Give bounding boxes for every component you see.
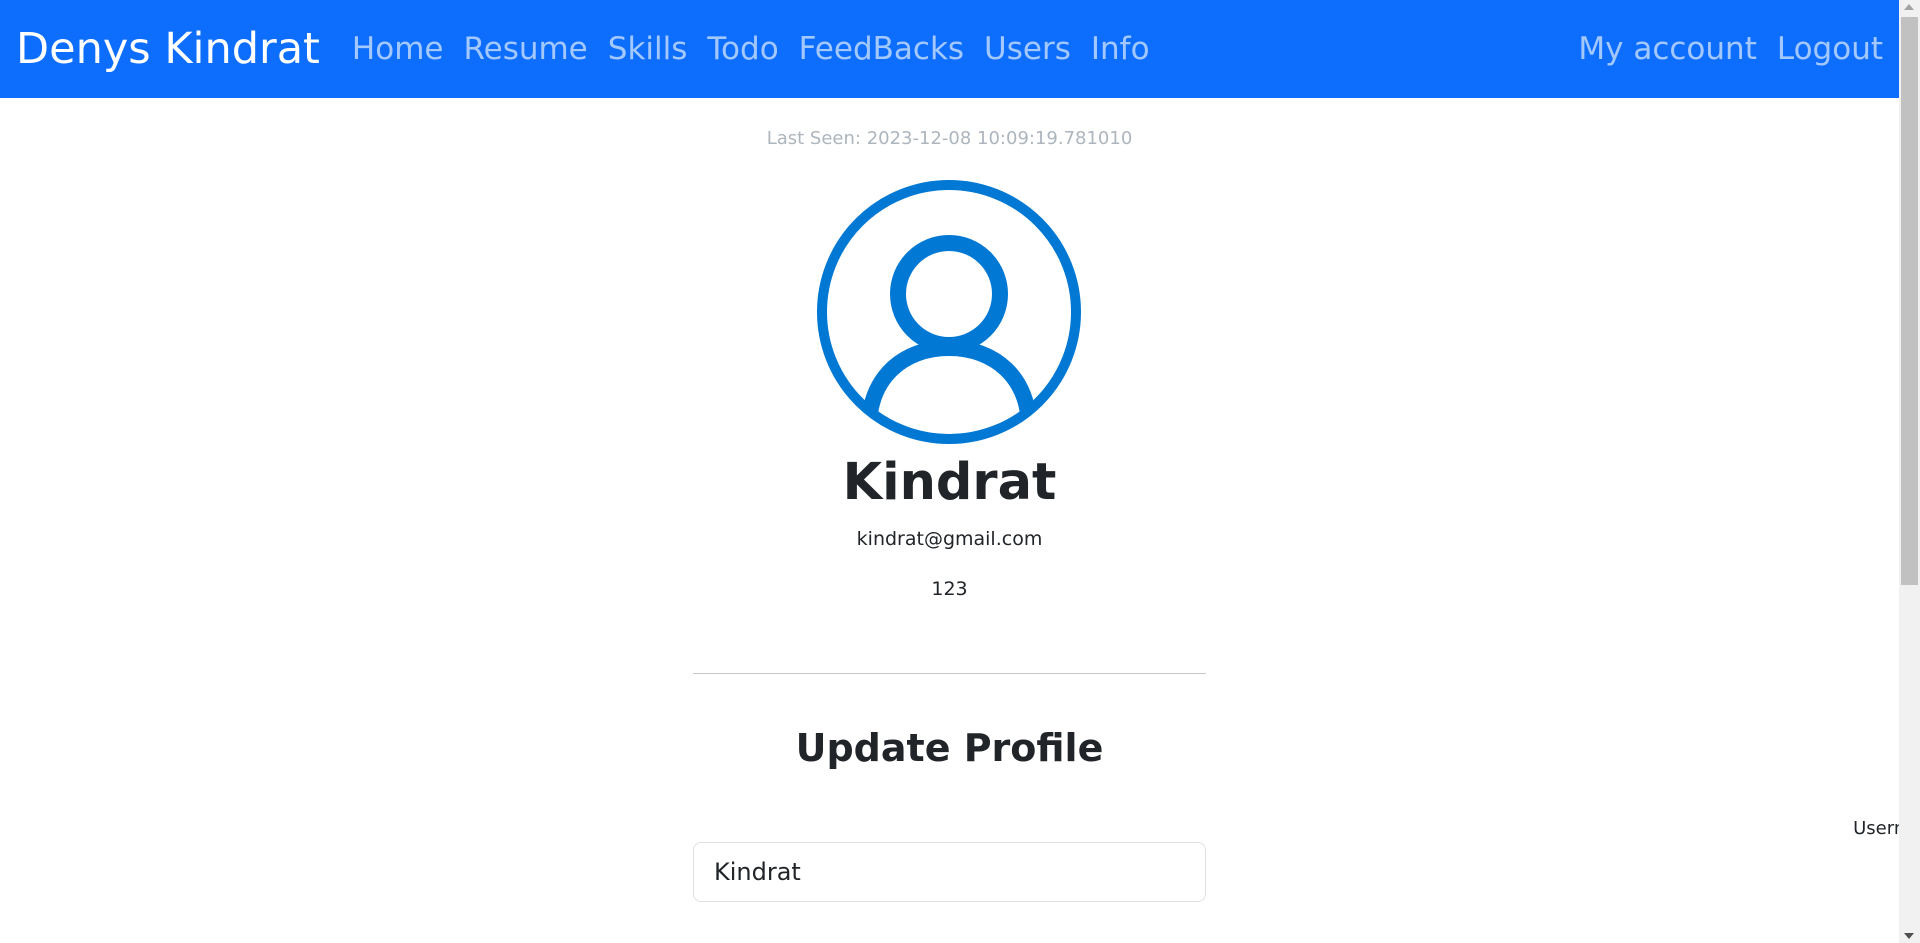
nav-todo[interactable]: Todo <box>697 31 788 67</box>
section-divider <box>693 673 1206 674</box>
page: Denys Kindrat Home Resume Skills Todo Fe… <box>0 0 1920 943</box>
brand-link[interactable]: Denys Kindrat <box>16 27 320 71</box>
profile-email: kindrat@gmail.com <box>856 528 1043 550</box>
nav-home[interactable]: Home <box>342 31 454 67</box>
top-navbar: Denys Kindrat Home Resume Skills Todo Fe… <box>0 0 1899 98</box>
nav-resume[interactable]: Resume <box>453 31 597 67</box>
nav-info[interactable]: Info <box>1081 31 1160 67</box>
username-label: Username <box>1853 818 1920 839</box>
scroll-up-icon[interactable] <box>1904 4 1914 10</box>
profile-phone: 123 <box>931 578 968 600</box>
update-profile-title: Update Profile <box>795 726 1104 770</box>
nav-right-links: My account Logout <box>1568 31 1883 67</box>
username-input[interactable] <box>693 842 1206 902</box>
user-circle-icon <box>817 180 1081 444</box>
vertical-scrollbar[interactable] <box>1899 0 1920 943</box>
scroll-down-icon[interactable] <box>1904 933 1914 939</box>
nav-logout[interactable]: Logout <box>1767 31 1883 67</box>
profile-name: Kindrat <box>842 453 1057 512</box>
scroll-thumb[interactable] <box>1901 17 1918 585</box>
profile-content: Last Seen: 2023-12-08 10:09:19.781010 Ki… <box>0 98 1920 943</box>
last-seen-text: Last Seen: 2023-12-08 10:09:19.781010 <box>766 128 1133 149</box>
nav-feedbacks[interactable]: FeedBacks <box>789 31 974 67</box>
nav-links: Home Resume Skills Todo FeedBacks Users … <box>342 31 1160 67</box>
next-field-label-partial <box>0 934 1899 943</box>
nav-users[interactable]: Users <box>974 31 1081 67</box>
nav-skills[interactable]: Skills <box>598 31 698 67</box>
nav-my-account[interactable]: My account <box>1568 31 1766 67</box>
